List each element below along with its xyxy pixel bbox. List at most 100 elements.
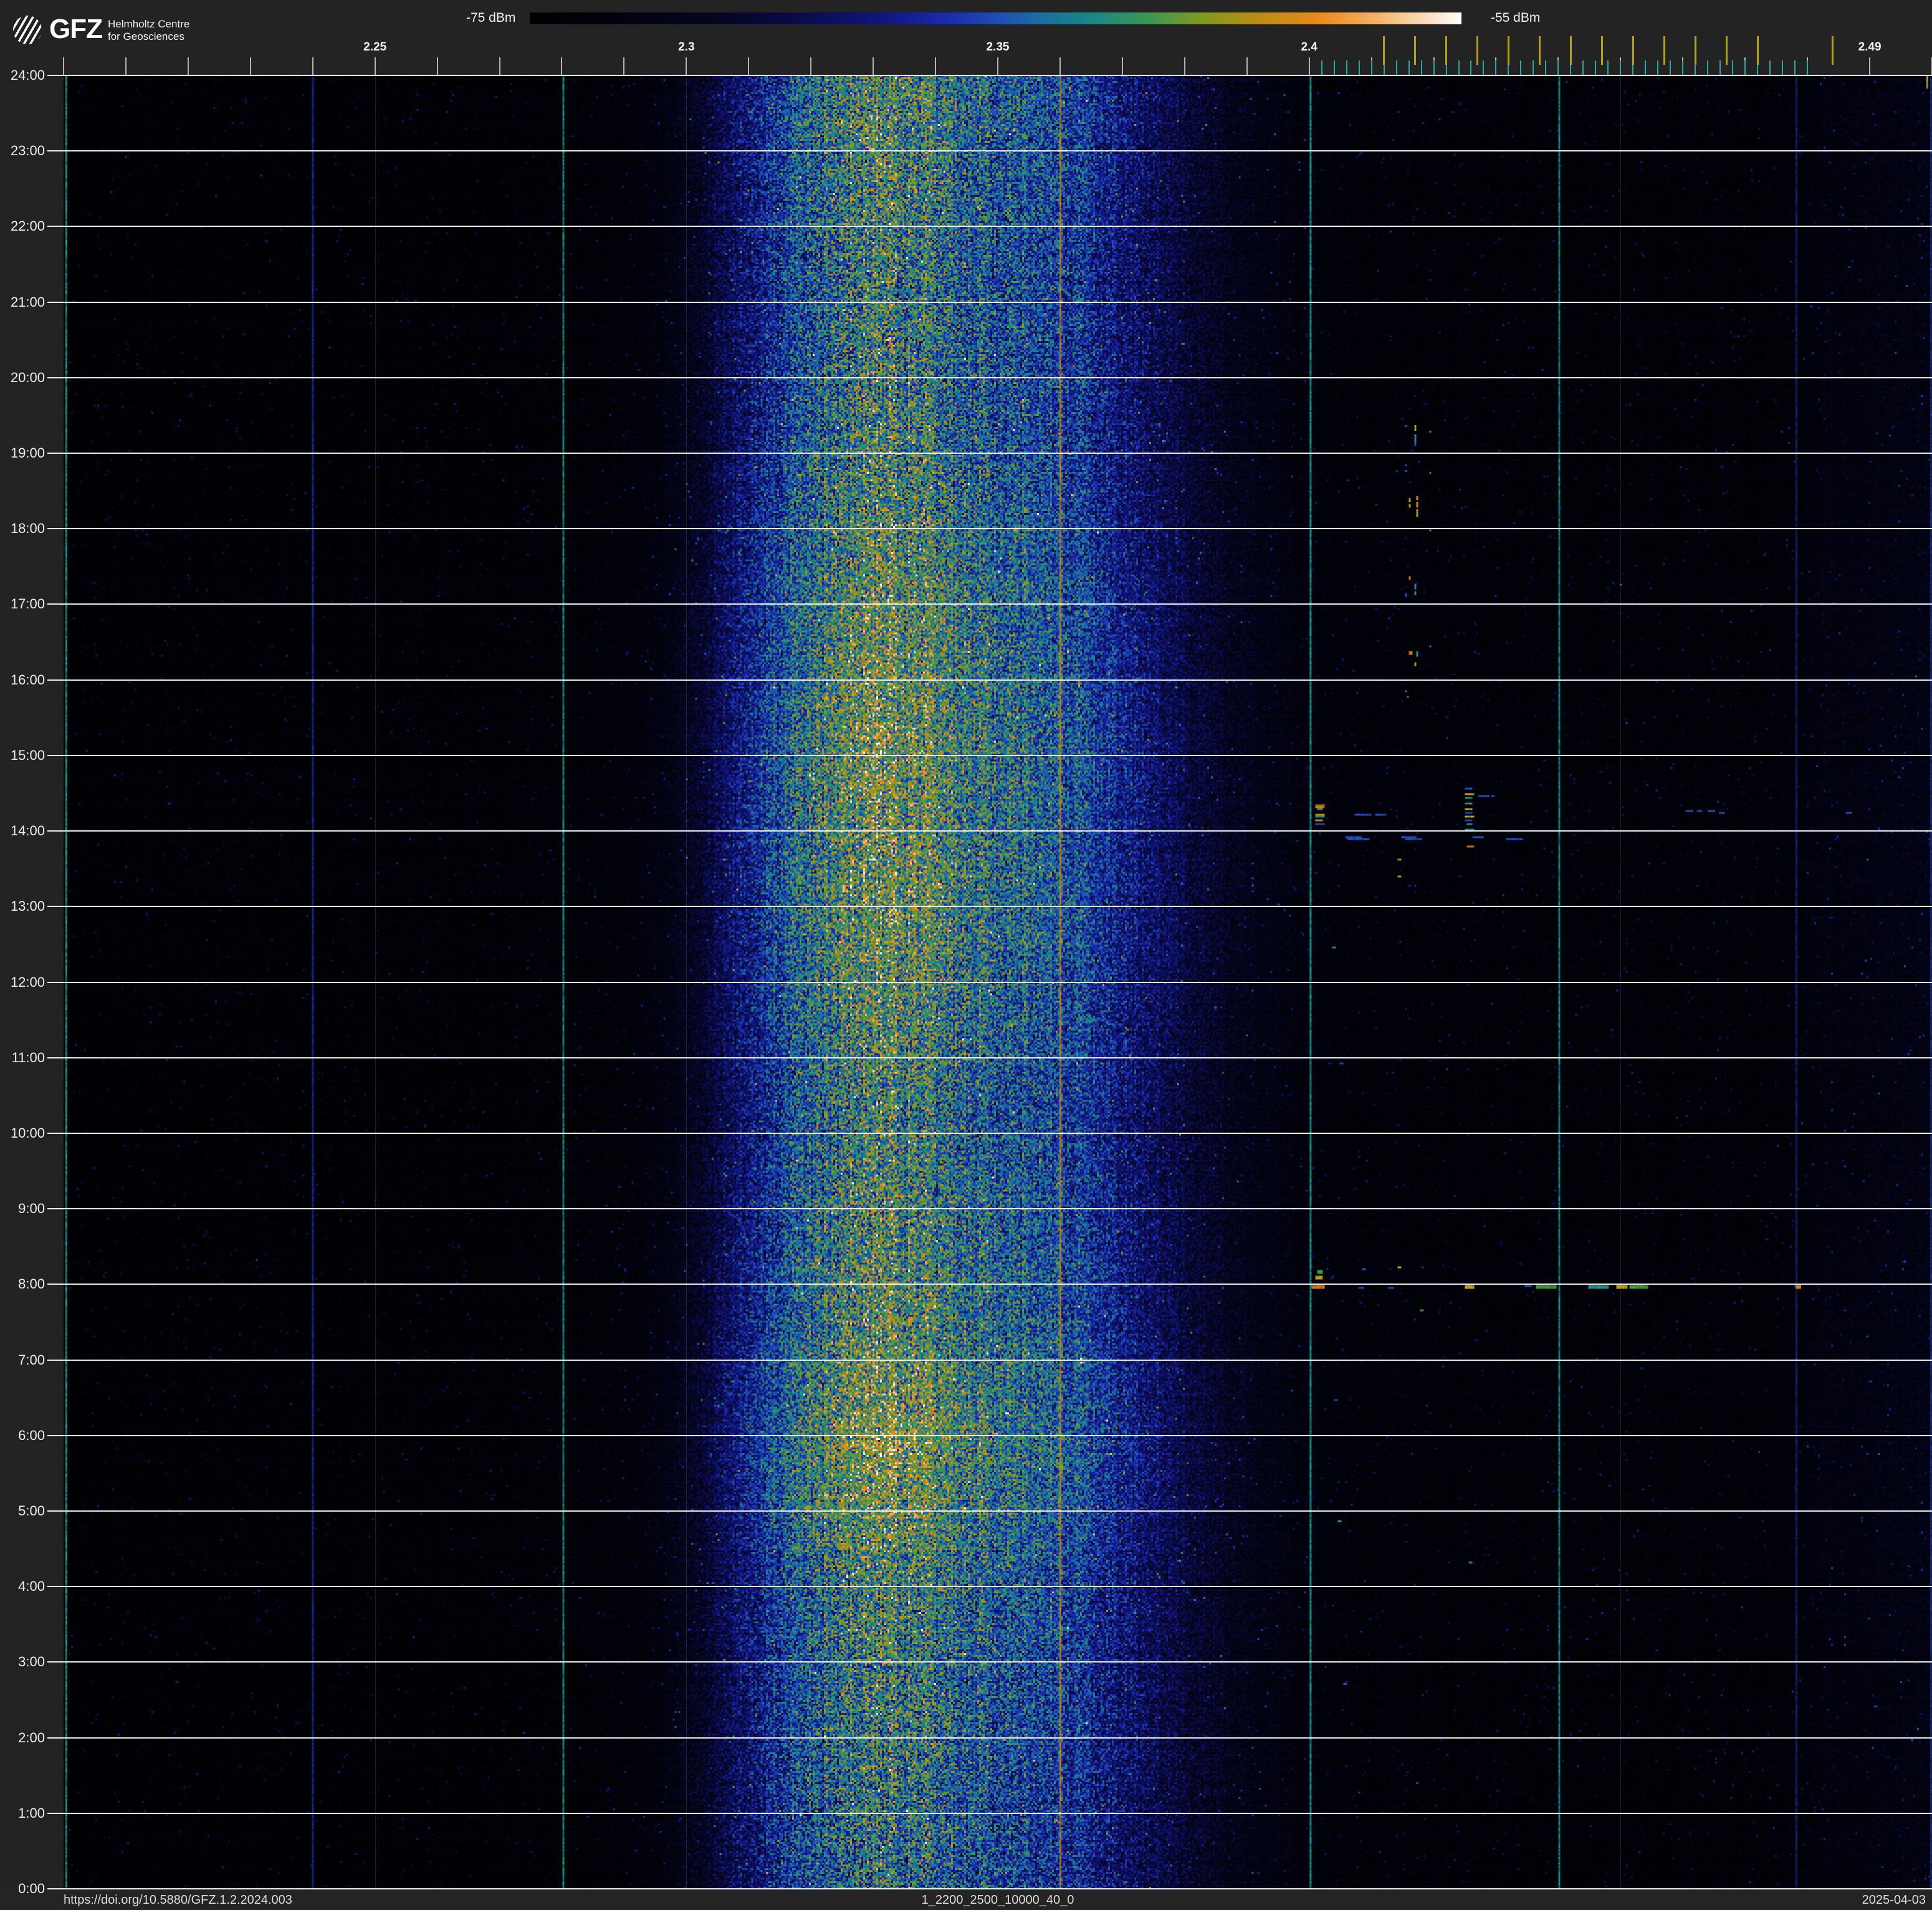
hour-gridline	[47, 453, 1932, 454]
hour-gridline	[47, 1132, 1932, 1134]
time-label: 0:00	[18, 1881, 45, 1896]
time-label: 21:00	[10, 294, 45, 310]
freq-major-tick	[499, 57, 500, 75]
wifi-channel-tick	[1725, 36, 1728, 65]
time-label: 8:00	[18, 1276, 45, 1292]
wifi-channel-tick	[1383, 36, 1385, 65]
time-label: 7:00	[18, 1351, 45, 1368]
hour-gridline	[47, 528, 1932, 530]
wifi-channel-tick	[1831, 36, 1834, 65]
time-label: 23:00	[10, 143, 45, 159]
ble-channel-tick	[1782, 60, 1784, 75]
hour-gridline	[47, 1888, 1932, 1889]
freq-major-tick	[623, 57, 625, 75]
ble-channel-tick	[1670, 60, 1671, 75]
hour-gridline	[47, 1284, 1932, 1285]
freq-major-tick	[312, 57, 313, 75]
freq-major-tick	[1308, 57, 1310, 75]
radio-spectrogram-page: { "header": { "logo": { "org": "GFZ", "l…	[0, 0, 1932, 1910]
time-label: 5:00	[18, 1502, 45, 1519]
freq-major-tick	[436, 57, 438, 75]
hour-gridline	[47, 981, 1932, 983]
wifi-channel-tick	[1569, 36, 1572, 65]
hour-gridline	[47, 1359, 1932, 1361]
wifi-channel-tick	[1632, 36, 1634, 65]
freq-major-tick	[63, 57, 64, 75]
colorbar-max-label: -55 dBm	[1491, 11, 1541, 25]
ble-channel-tick	[1607, 60, 1609, 75]
time-label: 2:00	[18, 1729, 45, 1745]
ble-channel-tick	[1744, 60, 1746, 75]
ble-channel-tick	[1545, 60, 1547, 75]
hour-gridline	[47, 830, 1932, 832]
ble-channel-tick	[1719, 60, 1721, 75]
ble-channel-tick	[1645, 60, 1647, 75]
colorbar-gradient	[530, 12, 1461, 24]
gfz-logo-subtitle-line1: Helmholtz Centre	[108, 18, 190, 30]
time-label: 20:00	[10, 369, 45, 385]
ble-channel-tick	[1408, 60, 1410, 75]
time-label: 17:00	[10, 596, 45, 612]
ble-channel-tick	[1520, 60, 1522, 75]
time-label: 6:00	[18, 1427, 45, 1443]
date-label: 2025-04-03	[1862, 1893, 1926, 1907]
wifi-channel-tick	[1507, 36, 1509, 65]
time-label: 1:00	[18, 1805, 45, 1821]
ble-channel-tick	[1358, 60, 1360, 75]
ble-channel-tick	[1395, 60, 1397, 75]
freq-tick-label: 2.4	[1301, 41, 1317, 54]
ble-channel-tick	[1533, 60, 1534, 75]
time-label: 11:00	[11, 1049, 45, 1065]
ble-channel-tick	[1557, 60, 1559, 75]
freq-major-tick	[374, 57, 376, 75]
ble-channel-tick	[1321, 60, 1322, 75]
ble-channel-tick	[1433, 60, 1435, 75]
ble-channel-tick	[1458, 60, 1460, 75]
freq-major-tick	[1869, 57, 1871, 75]
freq-major-tick	[748, 57, 750, 75]
hour-gridline	[47, 679, 1932, 681]
ble-channel-tick	[1732, 60, 1734, 75]
time-label: 4:00	[18, 1578, 45, 1595]
freq-major-tick	[249, 57, 251, 75]
hour-gridline	[47, 603, 1932, 605]
time-label: 24:00	[10, 67, 45, 83]
ble-channel-tick	[1595, 60, 1597, 75]
ble-channel-tick	[1807, 60, 1809, 75]
wifi-channel-tick	[1476, 36, 1478, 65]
time-label: 9:00	[18, 1201, 45, 1217]
ble-channel-tick	[1794, 60, 1796, 75]
hour-gridline	[47, 906, 1932, 908]
hour-gridline	[47, 1812, 1932, 1814]
gfz-logo-subtitle-line2: for Geosciences	[108, 31, 184, 42]
ble-channel-tick	[1582, 60, 1584, 75]
time-label: 13:00	[10, 898, 45, 914]
status-bar: https://doi.org/10.5880/GFZ.1.2.2024.003…	[0, 1890, 1932, 1910]
time-label: 12:00	[10, 974, 45, 990]
header-bar: GFZ Helmholtz Centre for Geosciences -75…	[0, 0, 1932, 75]
time-label: 3:00	[18, 1654, 45, 1670]
freq-tick-label: 2.49	[1858, 41, 1882, 54]
colorbar-min-label: -75 dBm	[466, 11, 516, 25]
ble-channel-tick	[1682, 60, 1684, 75]
hour-gridline	[47, 1586, 1932, 1588]
wifi-channel-tick	[1414, 36, 1417, 65]
freq-major-tick	[997, 57, 998, 75]
time-label: 22:00	[10, 218, 45, 234]
hour-gridline	[47, 75, 1932, 76]
wifi-channel-tick	[1600, 36, 1603, 65]
freq-major-tick	[561, 57, 563, 75]
time-label: 16:00	[10, 671, 45, 688]
wifi-channel-tick	[1663, 36, 1665, 65]
freq-tick-label: 2.3	[678, 41, 695, 54]
hour-gridline	[47, 1737, 1932, 1739]
freq-major-tick	[935, 57, 937, 75]
gfz-logo-text: GFZ	[49, 14, 103, 44]
wifi-channel-tick	[1756, 36, 1759, 65]
doi-link: https://doi.org/10.5880/GFZ.1.2.2024.003	[64, 1893, 292, 1907]
ble-channel-tick	[1657, 60, 1659, 75]
freq-major-tick	[686, 57, 687, 75]
time-label: 14:00	[10, 823, 45, 839]
gfz-logo-subtitle: Helmholtz Centre for Geosciences	[108, 18, 189, 43]
ble-channel-tick	[1495, 60, 1497, 75]
